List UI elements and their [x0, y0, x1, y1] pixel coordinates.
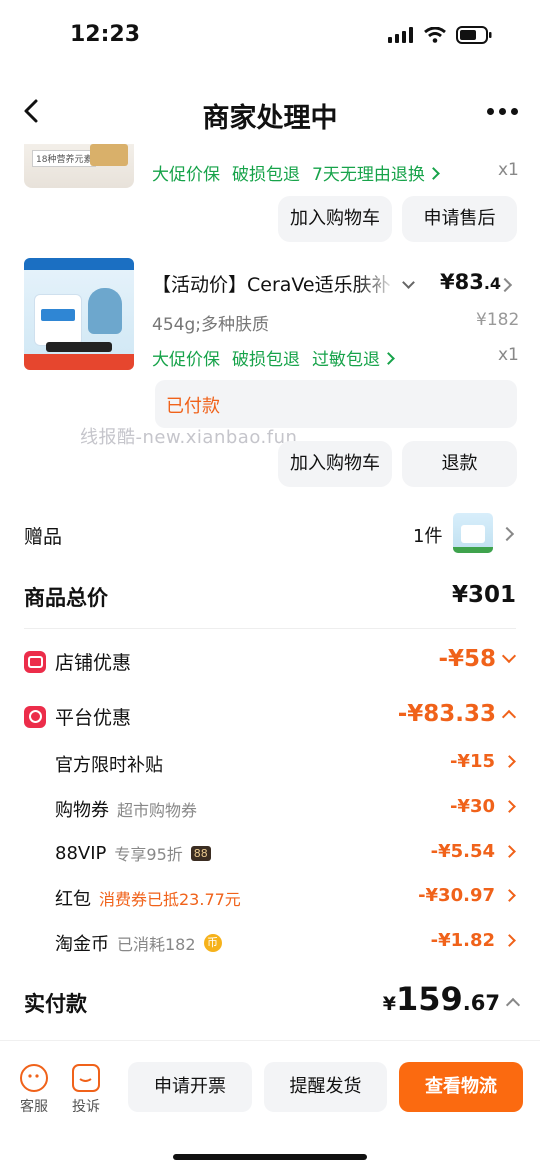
customer-service-icon	[20, 1064, 48, 1092]
divider	[24, 628, 516, 629]
detail-value-redpacket[interactable]: -¥30.97	[418, 885, 516, 906]
item1-qty: x1	[498, 160, 519, 180]
detail-row-coupon[interactable]: 购物券 超市购物券	[55, 796, 197, 822]
paid-dec: .67	[462, 991, 500, 1015]
detail-label: 红包	[55, 889, 91, 910]
item2-add-cart-button[interactable]: 加入购物车	[278, 441, 392, 487]
tag-allergy-return: 过敏包退	[312, 345, 395, 370]
service-button[interactable]: 客服	[14, 1060, 54, 1116]
platform-discount-label: 平台优惠	[55, 707, 132, 729]
chevron-down-icon	[501, 648, 517, 664]
invoice-button[interactable]: 申请开票	[128, 1062, 252, 1112]
detail-label: 88VIP	[55, 842, 107, 864]
store-discount-row[interactable]: 店铺优惠	[24, 648, 131, 675]
complaint-label: 投诉	[72, 1099, 100, 1115]
chevron-right-icon	[382, 352, 395, 365]
chevron-up-icon	[505, 997, 521, 1013]
item1-add-cart-button[interactable]: 加入购物车	[278, 196, 392, 242]
detail-value-coupon[interactable]: -¥30	[450, 796, 516, 817]
detail-note: 专享95折	[114, 845, 183, 864]
total-label: 商品总价	[24, 586, 108, 610]
signal-icon	[388, 27, 413, 43]
item2-price: ¥83.4	[440, 270, 502, 294]
gift-label: 赠品	[24, 526, 63, 548]
wifi-icon	[424, 27, 446, 43]
store-discount-value: -¥58	[438, 646, 496, 672]
store-discount-value-wrap[interactable]: -¥58	[438, 646, 517, 672]
item2-refund-button[interactable]: 退款	[402, 441, 517, 487]
item2-spec: 454g;多种肤质	[152, 315, 269, 335]
service-label: 客服	[20, 1099, 48, 1115]
chevron-right-icon	[503, 889, 516, 902]
tag-damage-return: 破损包退	[232, 350, 300, 370]
item1-after-sale-button[interactable]: 申请售后	[402, 196, 517, 242]
detail-label: 购物券	[55, 800, 109, 821]
page-title: 商家处理中	[202, 103, 338, 134]
gift-count[interactable]: 1件	[413, 522, 442, 548]
gift-thumbnail[interactable]	[453, 513, 493, 553]
detail-note: 超市购物券	[117, 801, 198, 820]
detail-row-88vip[interactable]: 88VIP 专享95折 88	[55, 841, 211, 865]
paid-int: 159	[396, 980, 463, 1018]
detail-note: 消费券已抵23.77元	[99, 890, 241, 909]
remind-ship-button[interactable]: 提醒发货	[264, 1062, 387, 1112]
store-icon	[24, 650, 46, 673]
chevron-right-icon	[503, 755, 516, 768]
detail-label: 官方限时补贴	[55, 755, 163, 776]
detail-note: 已消耗182	[117, 935, 196, 954]
item2-thumbnail[interactable]	[24, 258, 134, 370]
status-time: 12:23	[70, 22, 141, 47]
more-icon[interactable]	[487, 108, 518, 115]
chevron-right-icon	[503, 934, 516, 947]
item2-tags[interactable]: 大促价保 破损包退 过敏包退	[152, 345, 395, 370]
tag-7day-return: 7天无理由退换	[312, 160, 440, 185]
chevron-up-icon	[501, 709, 517, 725]
item2-qty: x1	[498, 345, 519, 365]
complaint-button[interactable]: 投诉	[66, 1060, 106, 1116]
tag-price-protect: 大促价保	[152, 165, 220, 185]
detail-label: 淘金币	[55, 934, 109, 955]
item1-tags[interactable]: 大促价保 破损包退 7天无理由退换	[152, 160, 440, 185]
detail-row-subsidy[interactable]: 官方限时补贴	[55, 751, 163, 777]
home-indicator[interactable]	[173, 1154, 367, 1160]
paid-label: 实付款	[24, 992, 87, 1016]
platform-discount-row[interactable]: 平台优惠	[24, 703, 131, 730]
chevron-right-icon	[503, 845, 516, 858]
chevron-down-icon[interactable]	[402, 276, 415, 289]
detail-value-taojinbi[interactable]: -¥1.82	[431, 930, 516, 951]
watermark: 线报酷-new.xianbao.fun	[80, 427, 298, 448]
chevron-right-icon[interactable]	[499, 526, 515, 542]
platform-discount-value: -¥83.33	[397, 701, 496, 727]
item2-original-price: ¥182	[476, 310, 520, 330]
detail-row-redpacket[interactable]: 红包 消费券已抵23.77元	[55, 885, 241, 911]
item2-status: 已付款	[166, 396, 220, 417]
paid-currency: ¥	[382, 993, 396, 1015]
tag-price-protect: 大促价保	[152, 350, 220, 370]
platform-discount-value-wrap[interactable]: -¥83.33	[397, 701, 517, 727]
item1-thumbnail[interactable]: 18种营养元素	[24, 144, 134, 188]
tag-damage-return: 破损包退	[232, 165, 300, 185]
vip-badge-icon: 88	[190, 845, 211, 861]
item1-thumb-tag: 18种营养元素	[32, 150, 97, 167]
store-discount-label: 店铺优惠	[55, 652, 132, 674]
total-value: ¥301	[451, 582, 516, 608]
paid-value[interactable]: ¥159.67	[382, 980, 521, 1018]
coin-icon: 币	[203, 934, 222, 952]
detail-value-88vip[interactable]: -¥5.54	[431, 841, 516, 862]
chevron-right-icon	[426, 167, 440, 180]
complaint-icon	[72, 1064, 100, 1092]
battery-icon	[456, 26, 492, 44]
detail-row-taojinbi[interactable]: 淘金币 已消耗182 币	[55, 930, 222, 956]
view-logistics-button[interactable]: 查看物流	[399, 1062, 523, 1112]
platform-icon	[24, 705, 46, 728]
status-icons	[388, 26, 492, 44]
item2-status-box: 已付款	[155, 380, 517, 428]
detail-value-subsidy[interactable]: -¥15	[450, 751, 516, 772]
chevron-right-icon	[503, 800, 516, 813]
